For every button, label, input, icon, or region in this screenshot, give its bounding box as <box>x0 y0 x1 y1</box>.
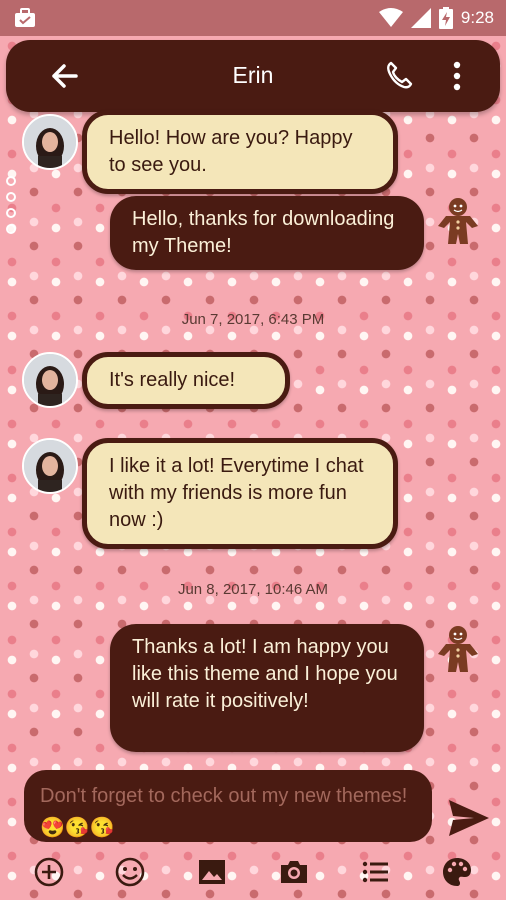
gingerbread-man-icon <box>438 198 478 244</box>
status-time: 9:28 <box>460 8 494 27</box>
list-icon[interactable] <box>358 855 392 889</box>
avatar-photo-icon <box>24 116 76 168</box>
message-input[interactable]: Don't forget to check out my new themes!… <box>24 770 432 842</box>
contact-name: Erin <box>232 62 274 88</box>
avatar[interactable] <box>22 114 78 170</box>
message-bubble-incoming[interactable]: Hello! How are you? Happy to see you. <box>82 110 398 194</box>
battery-charging-icon <box>438 7 453 29</box>
emoji-icon[interactable] <box>113 855 147 889</box>
image-icon[interactable] <box>195 855 229 889</box>
compose-toolbar <box>0 844 506 900</box>
palette-icon[interactable] <box>440 855 474 889</box>
send-icon[interactable] <box>446 796 492 840</box>
wifi-icon <box>378 8 403 27</box>
signal-icon <box>410 8 431 28</box>
side-indicator-dots <box>6 176 18 246</box>
message-input-text: Don't forget to check out my new themes! <box>40 785 408 807</box>
emoji-sequence: 😍😘😘 <box>40 817 115 839</box>
phone-icon[interactable] <box>382 58 416 92</box>
timestamp: Jun 8, 2017, 10:46 AM <box>177 581 329 598</box>
add-circle-icon[interactable] <box>32 855 66 889</box>
message-bubble-outgoing[interactable]: Hello, thanks for downloading my Theme! <box>110 196 424 270</box>
message-bubble-incoming[interactable]: I like it a lot! Everytime I chat with m… <box>82 438 398 549</box>
message-bubble-incoming[interactable]: It's really nice! <box>82 352 290 409</box>
more-vert-icon[interactable] <box>448 58 466 94</box>
timestamp: Jun 7, 2017, 6:43 PM <box>181 311 325 328</box>
camera-icon[interactable] <box>277 855 311 889</box>
avatar[interactable] <box>22 352 78 408</box>
avatar-photo-icon <box>24 440 76 492</box>
message-bubble-outgoing[interactable]: Thanks a lot! I am happy you like this t… <box>110 624 424 752</box>
status-bar: 9:28 <box>0 0 506 36</box>
gingerbread-man-icon <box>438 626 478 672</box>
conversation-header: Erin <box>6 40 500 112</box>
avatar-photo-icon <box>24 354 76 406</box>
briefcase-icon <box>15 8 35 27</box>
avatar[interactable] <box>22 438 78 494</box>
